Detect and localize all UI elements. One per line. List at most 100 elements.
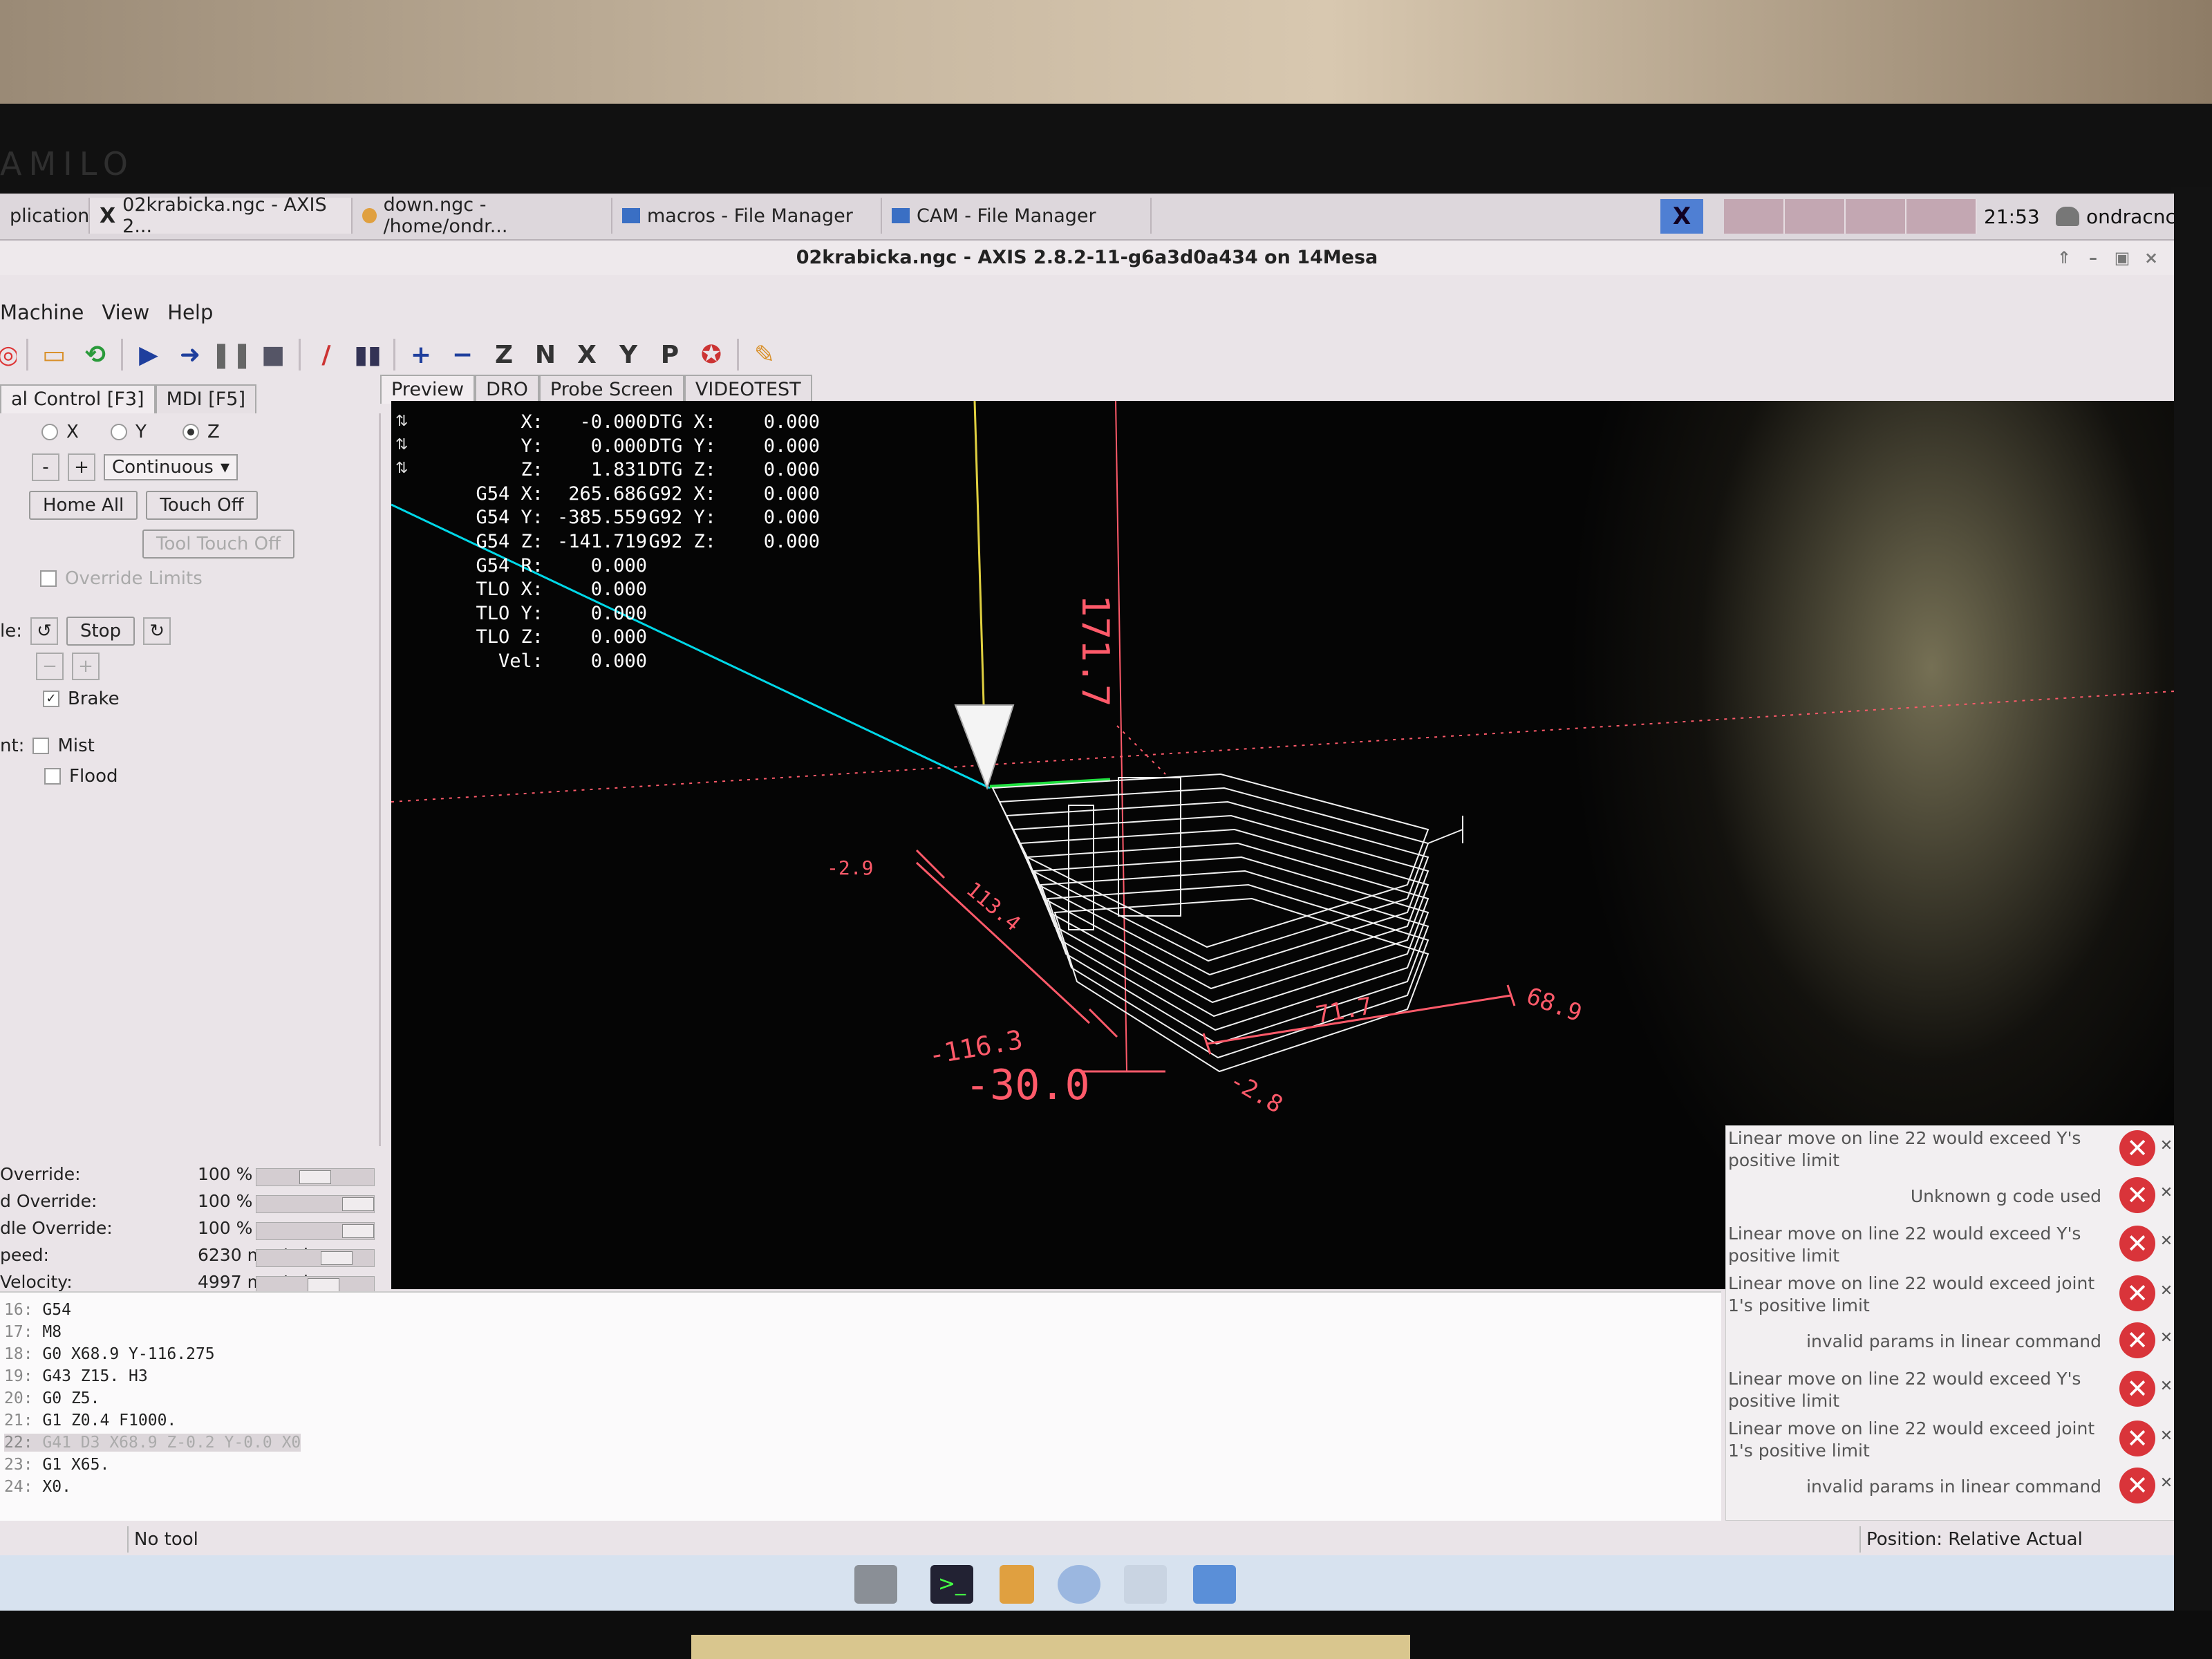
override-slider[interactable] bbox=[256, 1222, 375, 1240]
gcode-line[interactable]: 20: G0 Z5. bbox=[4, 1389, 100, 1407]
jog-minus-button[interactable]: - bbox=[32, 453, 59, 481]
user-menu[interactable]: ondracnc bbox=[2056, 199, 2174, 234]
gcode-line[interactable]: 17: M8 bbox=[4, 1323, 62, 1341]
view-z-icon[interactable]: Z bbox=[488, 339, 520, 371]
dismiss-message-button[interactable]: ✕ bbox=[2158, 1232, 2174, 1250]
workspace-slot[interactable] bbox=[1785, 199, 1846, 234]
dismiss-message-button[interactable]: ✕ bbox=[2158, 1427, 2174, 1445]
gcode-line[interactable]: 18: G0 X68.9 Y-116.275 bbox=[4, 1345, 215, 1363]
window-up-icon[interactable]: ⇑ bbox=[2052, 246, 2076, 270]
menu-machine[interactable]: Machine bbox=[0, 301, 84, 324]
workspace-x-button[interactable]: X bbox=[1660, 199, 1703, 234]
tab-manual-control[interactable]: al Control [F3] bbox=[0, 384, 156, 413]
pause-icon[interactable]: ❚❚ bbox=[211, 339, 252, 371]
dismiss-message-button[interactable]: ✕ bbox=[2158, 1137, 2174, 1154]
dismiss-message-button[interactable]: ✕ bbox=[2158, 1378, 2174, 1395]
slider-knob[interactable] bbox=[308, 1278, 340, 1292]
override-slider[interactable] bbox=[256, 1249, 375, 1267]
menu-view[interactable]: View bbox=[102, 301, 149, 324]
window-maximize-icon[interactable]: ▣ bbox=[2110, 246, 2134, 270]
window-minimize-icon[interactable]: – bbox=[2081, 246, 2105, 270]
gcode-line[interactable]: 23: G1 X65. bbox=[4, 1456, 109, 1474]
axis-radio-x[interactable]: X bbox=[41, 422, 79, 442]
taskbar-item-down-ngc[interactable]: down.ngc - /home/ondr... bbox=[353, 194, 612, 237]
optional-stop-icon[interactable]: ▮▮ bbox=[352, 339, 384, 371]
spindle-faster-button[interactable]: + bbox=[72, 653, 100, 680]
run-icon[interactable]: ▶ bbox=[133, 339, 165, 371]
spindle-slower-button[interactable]: − bbox=[36, 653, 64, 680]
slider-knob[interactable] bbox=[342, 1197, 374, 1211]
tab-dro[interactable]: DRO bbox=[475, 375, 539, 404]
view-z2-icon[interactable]: N bbox=[529, 339, 561, 371]
slider-knob[interactable] bbox=[321, 1251, 353, 1265]
workspace-slot[interactable] bbox=[1724, 199, 1785, 234]
gcode-line[interactable]: 16: G54 bbox=[4, 1301, 71, 1319]
gcode-line[interactable]: 21: G1 Z0.4 F1000. bbox=[4, 1412, 176, 1430]
tab-videotest[interactable]: VIDEOTEST bbox=[684, 375, 812, 404]
slider-knob[interactable] bbox=[299, 1170, 331, 1184]
override-slider[interactable] bbox=[256, 1195, 375, 1213]
gcode-line[interactable]: 19: G43 Z15. H3 bbox=[4, 1367, 148, 1385]
error-message: Linear move on line 22 would exceed Y's … bbox=[1726, 1221, 2174, 1270]
workspace-slot[interactable] bbox=[1846, 199, 1906, 234]
tab-probe-screen[interactable]: Probe Screen bbox=[538, 375, 684, 404]
browser-icon[interactable] bbox=[1058, 1565, 1100, 1604]
notes-icon[interactable] bbox=[1000, 1565, 1034, 1604]
gcode-line[interactable]: 22: G41 D3 X68.9 Z-0.2 Y-0.0 X0 bbox=[4, 1434, 301, 1452]
tab-preview[interactable]: Preview bbox=[380, 375, 476, 404]
reload-icon[interactable]: ⟲ bbox=[79, 339, 111, 371]
rotate-view-icon[interactable]: ✪ bbox=[695, 339, 727, 371]
touch-off-button[interactable]: Touch Off bbox=[146, 491, 258, 520]
dismiss-message-button[interactable]: ✕ bbox=[2158, 1329, 2174, 1347]
axis-radio-z[interactable]: Z bbox=[182, 422, 220, 442]
block-delete-icon[interactable]: / bbox=[310, 339, 342, 371]
clear-plot-icon[interactable]: ✎ bbox=[749, 339, 780, 371]
zoom-out-icon[interactable]: − bbox=[447, 339, 478, 371]
folder-icon[interactable] bbox=[1193, 1565, 1236, 1604]
step-icon[interactable]: ➜ bbox=[174, 339, 206, 371]
tool-touch-off-button[interactable]: Tool Touch Off bbox=[142, 529, 295, 559]
flood-checkbox[interactable] bbox=[44, 768, 61, 785]
workspace-slot[interactable] bbox=[1906, 199, 1977, 234]
estop-icon[interactable]: ◎ bbox=[0, 339, 17, 371]
toolbar-separator bbox=[737, 339, 739, 371]
terminal-icon[interactable]: >_ bbox=[930, 1565, 973, 1604]
monitor-brand-logo: AMILO bbox=[0, 145, 135, 182]
search-icon[interactable] bbox=[1124, 1565, 1167, 1604]
stop-icon[interactable]: ■ bbox=[257, 339, 289, 371]
override-limits-checkbox[interactable]: Override Limits bbox=[40, 568, 203, 589]
taskbar-item-macros[interactable]: macros - File Manager bbox=[612, 198, 882, 234]
spindle-stop-button[interactable]: Stop bbox=[66, 617, 135, 646]
view-p-icon[interactable]: P bbox=[654, 339, 686, 371]
override-slider[interactable] bbox=[256, 1168, 375, 1186]
jog-mode-select[interactable]: Continuous ▾ bbox=[104, 454, 238, 480]
tab-mdi[interactable]: MDI [F5] bbox=[155, 384, 257, 413]
spindle-cw-icon[interactable]: ↻ bbox=[143, 617, 171, 645]
view-x-icon[interactable]: X bbox=[571, 339, 603, 371]
taskbar-item-axis[interactable]: X 02krabicka.ngc - AXIS 2... bbox=[90, 194, 353, 237]
window-close-icon[interactable]: × bbox=[2139, 246, 2163, 270]
error-icon: ✕ bbox=[2119, 1371, 2155, 1407]
spindle-ccw-icon[interactable]: ↺ bbox=[30, 617, 58, 645]
override-row: Override: 100 % bbox=[0, 1164, 379, 1189]
jog-plus-button[interactable]: + bbox=[68, 453, 95, 481]
home-all-button[interactable]: Home All bbox=[29, 491, 138, 520]
dismiss-message-button[interactable]: ✕ bbox=[2158, 1474, 2174, 1492]
zoom-in-icon[interactable]: + bbox=[405, 339, 437, 371]
slider-knob[interactable] bbox=[342, 1224, 374, 1238]
jog-controls: - + Continuous ▾ bbox=[32, 453, 238, 481]
view-y-icon[interactable]: Y bbox=[612, 339, 644, 371]
menu-help[interactable]: Help bbox=[167, 301, 213, 324]
drive-icon[interactable] bbox=[854, 1565, 897, 1604]
open-file-icon[interactable]: ▭ bbox=[38, 339, 70, 371]
gcode-line[interactable]: 24: X0. bbox=[4, 1478, 71, 1496]
dismiss-message-button[interactable]: ✕ bbox=[2158, 1184, 2174, 1201]
mist-checkbox[interactable] bbox=[32, 738, 50, 754]
brake-checkbox[interactable]: ✓ Brake bbox=[43, 688, 120, 709]
taskbar-applications[interactable]: plications bbox=[0, 198, 99, 234]
axis-radio-y[interactable]: Y bbox=[111, 422, 147, 442]
taskbar-item-cam[interactable]: CAM - File Manager bbox=[882, 198, 1152, 234]
dismiss-message-button[interactable]: ✕ bbox=[2158, 1282, 2174, 1300]
gcode-listing[interactable]: 16: G54 17: M8 18: G0 X68.9 Y-116.275 19: G… bbox=[0, 1291, 1721, 1521]
dro-value: 0.000 bbox=[590, 579, 647, 601]
